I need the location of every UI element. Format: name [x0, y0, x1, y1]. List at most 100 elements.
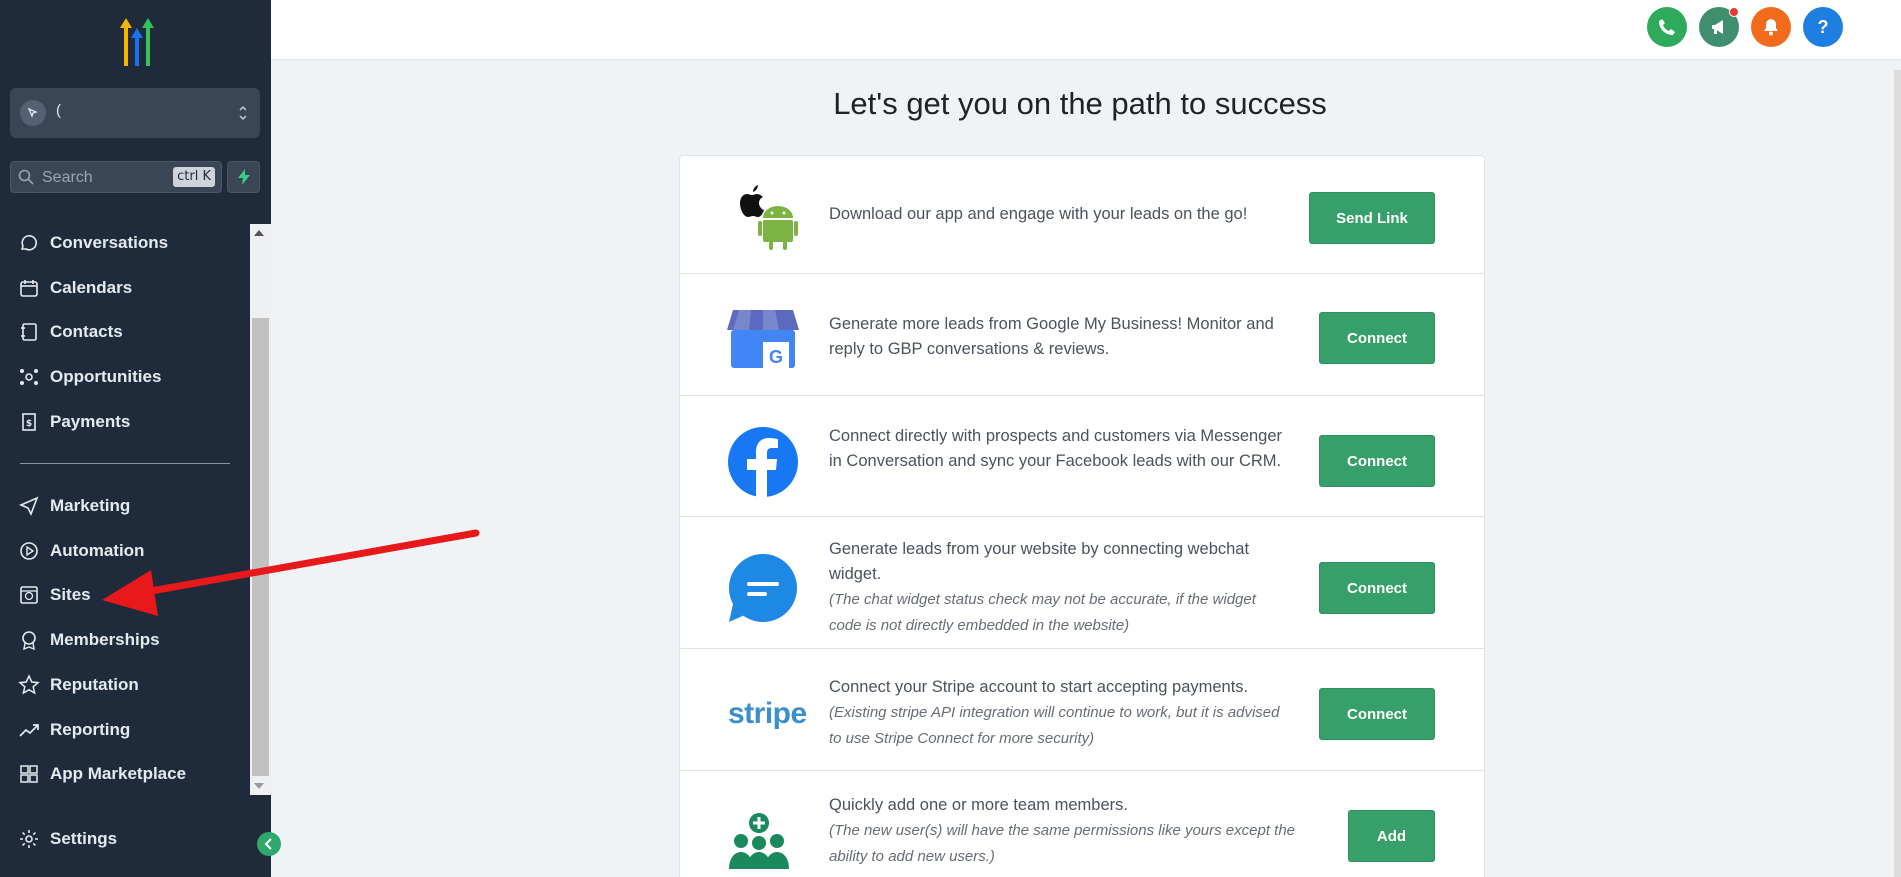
search-placeholder: Search: [42, 169, 93, 186]
sidebar-item-reporting[interactable]: Reporting: [18, 716, 130, 744]
sidebar-item-label: App Marketplace: [50, 764, 187, 783]
svg-text:G: G: [769, 347, 783, 367]
sidebar-item-contacts[interactable]: Contacts: [18, 318, 123, 346]
sidebar-item-sites[interactable]: Sites: [18, 581, 91, 609]
sidebar-item-label: Automation: [50, 541, 145, 560]
apple-android-icon: [740, 185, 798, 250]
add-team-member-button[interactable]: Add: [1348, 810, 1435, 862]
add-team-members-icon: [729, 813, 789, 869]
row-description: Connect directly with prospects and cust…: [829, 427, 1283, 470]
quick-action-button[interactable]: [227, 161, 260, 193]
brand-logo: [120, 18, 154, 66]
list-item: Generate leads from your website by conn…: [680, 517, 1484, 649]
onboarding-card: Download our app and engage with your le…: [679, 155, 1485, 877]
automation-play-icon: [20, 542, 38, 560]
sidebar-item-app-marketplace[interactable]: App Marketplace: [18, 760, 186, 788]
connect-gmb-button[interactable]: Connect: [1319, 312, 1435, 364]
connect-facebook-button[interactable]: Connect: [1319, 435, 1435, 487]
badge-icon: [22, 631, 36, 651]
sidebar-item-payments[interactable]: $ Payments: [18, 408, 130, 436]
announcements-button[interactable]: [1699, 7, 1739, 47]
sidebar-item-marketing[interactable]: Marketing: [18, 492, 130, 520]
sites-globe-icon: [20, 586, 38, 604]
row-note: (The chat widget status check may not be…: [829, 591, 1256, 634]
account-switcher[interactable]: (: [10, 88, 260, 138]
scroll-down-arrow-icon[interactable]: [254, 783, 264, 789]
trend-up-icon: [19, 724, 39, 737]
send-plane-icon: [18, 496, 39, 516]
account-name: (: [56, 102, 61, 119]
search-shortcut: ctrl K: [173, 167, 215, 187]
send-link-button[interactable]: Send Link: [1309, 192, 1435, 244]
opportunities-network-icon: [20, 369, 38, 385]
sidebar-scrollbar-thumb[interactable]: [252, 318, 269, 776]
sidebar-item-automation[interactable]: Automation: [18, 537, 144, 565]
page-title: Let's get you on the path to success: [833, 86, 1327, 121]
sidebar-item-label: Memberships: [50, 630, 160, 649]
stripe-logo: stripe: [728, 697, 807, 730]
phone-button[interactable]: [1647, 7, 1687, 47]
apps-grid-icon: [20, 765, 38, 783]
page-scrollbar[interactable]: [1894, 70, 1901, 877]
row-note: (The new user(s) will have the same perm…: [829, 822, 1296, 865]
row-main-text: Quickly add one or more team members.: [829, 796, 1128, 814]
chevron-updown-icon: [239, 105, 247, 121]
sidebar-item-label: Conversations: [50, 233, 169, 252]
contacts-book-icon: [21, 323, 37, 341]
sidebar-item-label: Contacts: [50, 322, 123, 341]
search-icon: [18, 169, 34, 185]
scroll-up-arrow-icon[interactable]: [254, 230, 264, 236]
row-description: Download our app and engage with your le…: [829, 205, 1248, 223]
connect-stripe-button[interactable]: Connect: [1319, 688, 1435, 740]
calendar-icon: [20, 280, 38, 297]
settings-label: Settings: [50, 829, 118, 848]
sidebar: ( Search ctrl K Conversations Calendars …: [0, 0, 271, 877]
sidebar-item-label: Payments: [50, 412, 131, 431]
collapse-sidebar-button[interactable]: [257, 832, 281, 856]
sidebar-item-settings[interactable]: Settings: [18, 828, 117, 850]
row-description: Generate more leads from Google My Busin…: [829, 315, 1274, 358]
list-item: stripe Connect your Stripe account to st…: [680, 649, 1484, 771]
notification-dot: [1729, 7, 1739, 17]
sidebar-item-conversations[interactable]: Conversations: [18, 229, 168, 257]
sidebar-item-label: Opportunities: [50, 367, 162, 386]
payments-receipt-icon: $: [22, 413, 36, 431]
list-item: Quickly add one or more team members. (T…: [680, 771, 1484, 877]
sidebar-item-calendars[interactable]: Calendars: [18, 274, 132, 302]
list-item: Download our app and engage with your le…: [680, 156, 1484, 274]
sidebar-item-label: Marketing: [50, 496, 131, 515]
row-main-text: Connect your Stripe account to start acc…: [829, 678, 1249, 696]
sidebar-item-label: Reputation: [50, 675, 139, 694]
help-icon: ?: [1818, 17, 1829, 37]
chat-bubble-icon: [20, 235, 37, 251]
search-input[interactable]: Search ctrl K: [10, 161, 222, 193]
sidebar-item-label: Reporting: [50, 720, 131, 739]
notifications-button[interactable]: [1751, 7, 1791, 47]
sidebar-item-memberships[interactable]: Memberships: [18, 626, 160, 654]
account-avatar: [20, 100, 46, 126]
row-description: Quickly add one or more team members. (T…: [829, 793, 1309, 870]
sidebar-item-opportunities[interactable]: Opportunities: [18, 363, 161, 391]
sidebar-item-label: Calendars: [50, 278, 133, 297]
svg-text:$: $: [26, 419, 32, 429]
svg-text:?: ?: [1818, 17, 1829, 37]
sidebar-item-label: Sites: [50, 585, 91, 604]
row-note: (Existing stripe API integration will co…: [829, 704, 1280, 747]
row-main-text: Generate leads from your website by conn…: [829, 540, 1250, 583]
list-item: G Generate more leads from Google My Bus…: [680, 274, 1484, 396]
chevron-left-icon: [264, 838, 272, 850]
lightning-icon: [237, 169, 250, 185]
bell-icon: [1764, 19, 1778, 36]
star-icon: [18, 674, 40, 695]
gear-icon: [20, 830, 38, 848]
google-my-business-icon: G: [727, 310, 799, 368]
help-button[interactable]: ?: [1803, 7, 1843, 47]
sidebar-item-reputation[interactable]: Reputation: [18, 671, 139, 699]
megaphone-icon: [1712, 20, 1723, 34]
phone-icon: [1659, 19, 1675, 35]
facebook-icon: [728, 427, 798, 498]
top-bar: ?: [271, 0, 1901, 60]
sidebar-divider: [20, 463, 230, 464]
connect-webchat-button[interactable]: Connect: [1319, 562, 1435, 614]
list-item: Connect directly with prospects and cust…: [680, 396, 1484, 517]
